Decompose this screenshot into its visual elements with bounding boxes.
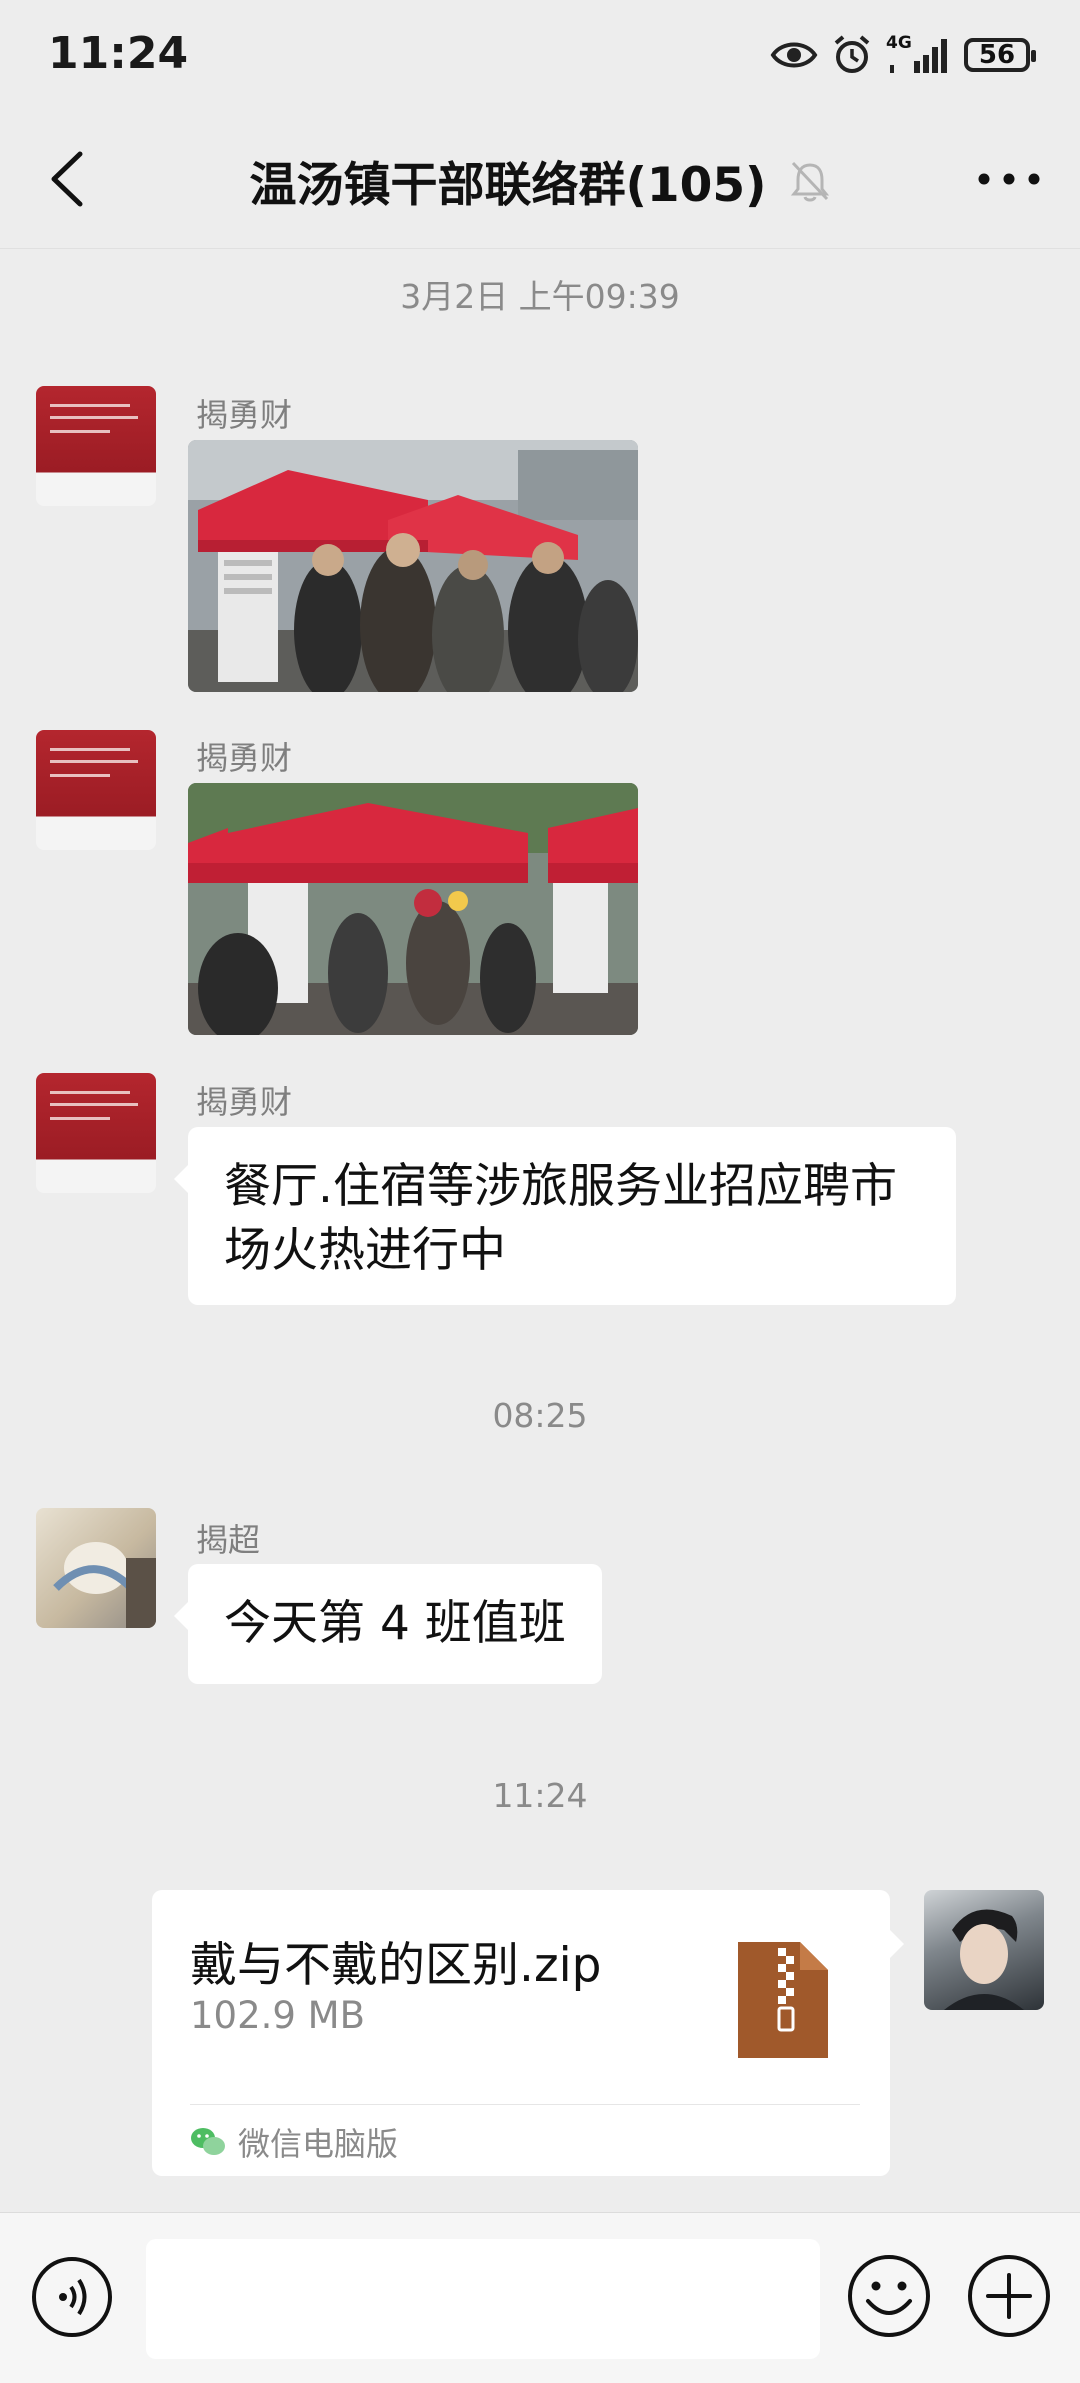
status-bar: 11:24 4G 56 [0,0,1080,110]
status-icons: 4G 56 [770,30,1036,80]
status-time: 11:24 [48,28,189,79]
text-message[interactable]: 今天第 4 班值班 [174,1564,602,1684]
my-avatar[interactable] [924,1890,1044,2010]
chat-title-area: 温汤镇干部联络群(105) [0,146,1080,215]
message-input[interactable] [146,2239,820,2359]
avatar[interactable] [36,1508,156,1628]
photo-message[interactable] [188,440,638,692]
battery-indicator: 56 [964,38,1036,72]
input-bar [0,2212,1080,2383]
file-source: 微信电脑版 [190,2116,398,2168]
file-source-label: 微信电脑版 [238,2125,399,2163]
message-text: 今天第 4 班值班 [224,1596,566,1651]
more-options-icon[interactable] [974,154,1044,204]
alarm-icon [834,35,870,73]
voice-input-icon[interactable] [30,2255,114,2339]
mute-bell-icon [790,161,829,201]
avatar[interactable] [36,730,156,850]
sender-name: 揭超 [196,1521,261,1559]
timestamp: 3月2日 上午09:39 [400,277,680,316]
eye-icon [770,42,818,68]
photo-message[interactable] [188,783,638,1035]
zip-file-icon [738,1942,828,2058]
message-text: 餐厅.住宿等涉旅服务业招应聘市场火热进行中 [224,1159,897,1278]
text-message[interactable]: 餐厅.住宿等涉旅服务业招应聘市场火热进行中 [174,1127,956,1305]
plus-icon[interactable] [966,2253,1052,2339]
timestamp: 08:25 [492,1396,588,1435]
emoji-icon[interactable] [846,2253,932,2339]
avatar[interactable] [36,386,156,506]
sender-name: 揭勇财 [196,1083,293,1121]
chat-header: 温汤镇干部联络群(105) [0,110,1080,249]
wechat-icon [191,2128,225,2155]
timestamp: 11:24 [492,1776,588,1815]
divider [190,2104,860,2105]
sender-name: 揭勇财 [196,396,293,434]
chat-title: 温汤镇干部联络群(105) [249,158,767,213]
file-size: 102.9 MB [190,1994,365,2037]
file-name: 戴与不戴的区别.zip [190,1938,602,1993]
sender-name: 揭勇财 [196,739,293,777]
avatar[interactable] [36,1073,156,1193]
signal-icon: 4G [886,33,950,75]
file-message[interactable]: 戴与不戴的区别.zip 102.9 MB 微信电脑版 [152,1890,904,2176]
